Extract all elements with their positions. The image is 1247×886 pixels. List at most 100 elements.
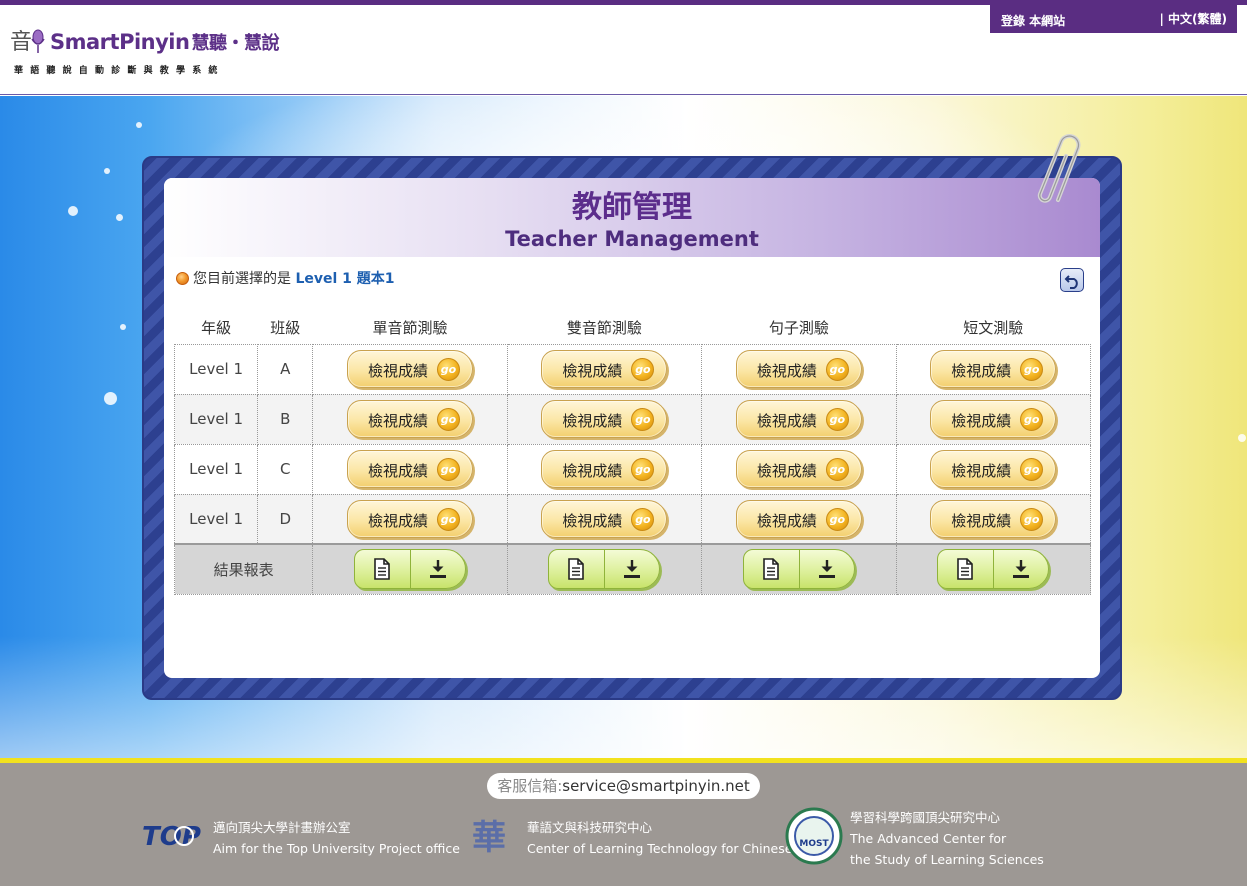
language-selector[interactable]: | 中文(繁體) — [1159, 10, 1227, 27]
cell-monosyllable: 檢視成績 go — [312, 393, 508, 445]
view-grades-button[interactable]: 檢視成績 go — [541, 450, 668, 488]
go-icon: go — [1020, 358, 1044, 381]
view-grades-label: 檢視成績 — [367, 462, 428, 480]
table-header-row: 年級 班級 單音節測驗 雙音節測驗 句子測驗 短文測驗 — [175, 312, 1091, 344]
table-row: Level 1 B 檢視成績 go 檢視成績 go 檢視成績 go 檢視成績 go — [173, 393, 1092, 445]
login-link[interactable]: 登錄 本網站 — [1001, 12, 1065, 29]
clt-logo-text: 華 — [472, 818, 506, 857]
report-cell — [506, 543, 703, 595]
cell-class: D — [257, 493, 314, 545]
go-icon: go — [436, 458, 460, 481]
download-report-button[interactable] — [994, 550, 1049, 588]
download-report-button[interactable] — [800, 550, 855, 588]
download-icon — [429, 560, 446, 579]
selection-prefix: 您目前選擇的是 — [193, 271, 291, 287]
view-grades-button[interactable]: 檢視成績 go — [735, 499, 862, 538]
cell-sentence: 檢視成績 go — [701, 493, 897, 545]
table-body: Level 1 A 檢視成績 go 檢視成績 go 檢視成績 go 檢視成績 go Level 1B… — [173, 343, 1092, 595]
support-email-label: 客服信箱: — [497, 777, 563, 795]
view-grades-label: 檢視成績 — [951, 362, 1012, 380]
microphone-logo-icon: 音 — [10, 29, 45, 55]
background-dot — [104, 168, 110, 174]
cell-monosyllable: 檢視成績 go — [312, 343, 508, 395]
most-logo-text: MOST — [799, 839, 829, 849]
cell-grade: Level 1 — [173, 493, 259, 545]
site-logo[interactable]: 音 SmartPinyin 慧聽・慧說 華語聽說自動診斷與教學系統 — [10, 25, 280, 80]
view-grades-button[interactable]: 檢視成績 go — [735, 400, 862, 438]
view-grades-button[interactable]: 檢視成績 go — [930, 400, 1057, 438]
view-report-button[interactable] — [549, 550, 604, 588]
view-report-button[interactable] — [744, 550, 799, 588]
column-header-monosyllable: 單音節測驗 — [372, 319, 448, 338]
go-icon: go — [825, 507, 849, 531]
background-dot — [68, 206, 78, 216]
sponsor-learning-sciences-center[interactable]: 學習科學跨國頂尖研究中心 The Advanced Center for the… — [850, 807, 1044, 870]
go-icon: go — [825, 408, 849, 431]
view-grades-button[interactable]: 檢視成績 go — [541, 350, 668, 388]
download-report-button[interactable] — [605, 550, 660, 588]
cell-sentence: 檢視成績 go — [701, 343, 897, 395]
top-project-logo-icon[interactable]: TOP — [140, 819, 208, 853]
report-cell — [895, 543, 1092, 595]
view-grades-button[interactable]: 檢視成績 go — [930, 499, 1057, 538]
sponsor-name-en: Aim for the Top University Project offic… — [213, 841, 460, 856]
cell-monosyllable: 檢視成績 go — [312, 443, 508, 495]
view-report-button[interactable] — [355, 550, 410, 588]
report-button-group — [742, 549, 855, 590]
grades-table: 年級 班級 單音節測驗 雙音節測驗 句子測驗 短文測驗 Level 1 A 檢視成績… — [173, 312, 1092, 595]
view-grades-label: 檢視成績 — [951, 412, 1012, 430]
view-grades-button[interactable]: 檢視成績 go — [346, 450, 473, 488]
view-grades-button[interactable]: 檢視成績 go — [346, 499, 473, 538]
view-grades-label: 檢視成績 — [756, 511, 817, 530]
svg-text:音: 音 — [10, 30, 32, 55]
cell-disyllable: 檢視成績 go — [506, 393, 703, 445]
view-grades-button[interactable]: 檢視成績 go — [346, 350, 473, 388]
go-icon: go — [825, 458, 849, 481]
support-email[interactable]: 客服信箱:service@smartpinyin.net — [487, 773, 760, 799]
view-grades-button[interactable]: 檢視成績 go — [346, 400, 473, 438]
sponsor-name-en-2: the Study of Learning Sciences — [850, 852, 1044, 867]
view-grades-button[interactable]: 檢視成績 go — [541, 400, 668, 438]
sponsor-top-project[interactable]: 邁向頂尖大學計畫辦公室 Aim for the Top University P… — [213, 817, 460, 859]
go-icon: go — [631, 358, 655, 381]
cell-grade: Level 1 — [173, 343, 259, 395]
page-title-cn: 教師管理 — [572, 190, 692, 225]
teacher-management-panel: 教師管理 Teacher Management 您目前選擇的是 Level 1 … — [164, 178, 1100, 678]
panel-header: 教師管理 Teacher Management — [164, 178, 1100, 257]
cell-class: A — [257, 343, 314, 395]
paperclip-icon — [1037, 134, 1081, 203]
report-row: 結果報表 — [173, 543, 1092, 595]
view-grades-label: 檢視成績 — [951, 462, 1012, 480]
most-center-logo-icon[interactable]: MOST — [784, 807, 844, 865]
cell-class: B — [257, 393, 314, 445]
download-icon — [818, 560, 835, 579]
column-header-sentence: 句子測驗 — [768, 319, 829, 338]
go-icon: go — [436, 408, 460, 431]
table-row: Level 1 D 檢視成績 go 檢視成績 go 檢視成績 go 檢視成績 go — [173, 493, 1092, 545]
download-icon — [1013, 560, 1030, 579]
download-icon — [624, 560, 641, 579]
view-grades-button[interactable]: 檢視成績 go — [930, 450, 1057, 488]
view-report-button[interactable] — [938, 550, 993, 588]
clt-center-logo-icon[interactable]: 華 — [466, 815, 518, 857]
view-grades-button[interactable]: 檢視成績 go — [735, 350, 862, 388]
view-grades-button[interactable]: 檢視成績 go — [541, 499, 668, 538]
sponsor-name-cn: 邁向頂尖大學計畫辦公室 — [213, 820, 351, 835]
undo-icon — [1064, 275, 1078, 289]
background-dot — [104, 392, 117, 405]
document-icon — [763, 558, 779, 581]
report-button-group — [548, 549, 661, 590]
cell-passage: 檢視成績 go — [895, 493, 1092, 545]
report-cell — [701, 543, 897, 595]
sponsor-clt-center[interactable]: 華語文與科技研究中心 Center of Learning Technology… — [527, 817, 792, 859]
document-icon — [374, 558, 390, 581]
background-dot — [116, 214, 123, 221]
back-button[interactable] — [1060, 268, 1084, 292]
cell-grade: Level 1 — [173, 393, 259, 445]
view-grades-button[interactable]: 檢視成績 go — [735, 450, 862, 488]
logo-brand: SmartPinyin 慧聽・慧說 — [50, 29, 279, 55]
background-dot — [120, 324, 126, 330]
selection-value: Level 1 題本1 — [295, 271, 395, 287]
view-grades-button[interactable]: 檢視成績 go — [930, 350, 1057, 388]
download-report-button[interactable] — [411, 550, 466, 588]
